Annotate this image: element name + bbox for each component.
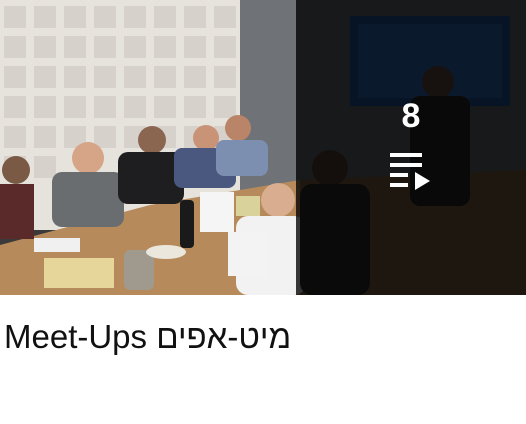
playlist-overlay[interactable]: 8 [296,0,526,295]
playlist-card[interactable]: 8 Meet-Ups מיט-אפים [0,0,526,424]
video-count: 8 [401,96,421,135]
playlist-play-icon [390,152,430,190]
playlist-thumbnail[interactable]: 8 [0,0,526,295]
playlist-title[interactable]: Meet-Ups מיט-אפים [4,318,291,356]
